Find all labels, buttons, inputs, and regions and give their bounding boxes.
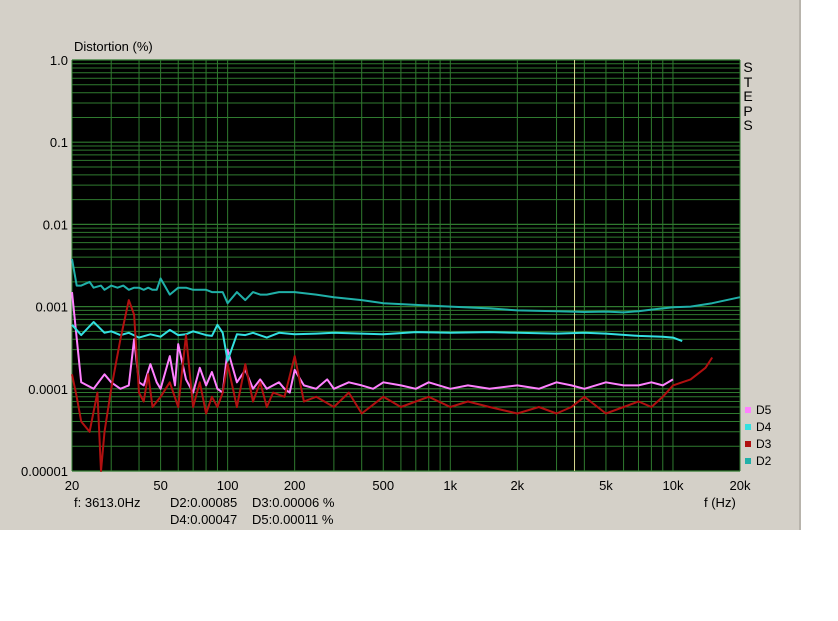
d2-readout: D2:0.00085 [170,495,238,510]
steps-letter: T [743,73,753,90]
x-tick-label: 500 [372,478,394,493]
legend-swatch [745,406,751,413]
legend-label: D5 [756,403,772,417]
y-tick-label: 0.0001 [28,382,68,397]
steps-letter: S [743,117,753,133]
x-tick-label: 50 [153,478,167,493]
legend-item-d5[interactable]: D5 [745,403,771,418]
legend-swatch [745,423,751,430]
y-tick-label: 0.00001 [21,464,68,479]
steps-letter: S [743,59,753,75]
y-tick-label: 0.001 [35,300,68,315]
y-axis-title: Distortion (%) [74,39,153,54]
x-tick-label: 20k [730,478,751,493]
d5-readout: D5:0.00011 % [252,512,334,527]
d3-readout: D3:0.00006 % [252,495,335,510]
d4-readout: D4:0.00047 [170,512,238,527]
y-tick-labels: 1.0 0.1 0.01 0.001 0.0001 0.00001 [21,53,68,479]
legend-swatch [745,457,751,464]
legend-item-d4[interactable]: D4 [745,420,771,435]
x-tick-label: 100 [217,478,239,493]
legend-item-d2[interactable]: D2 [745,454,771,469]
steps-letter: E [743,88,753,104]
steps-side-label[interactable]: STEPS [741,60,755,133]
x-tick-label: 200 [284,478,306,493]
cursor-frequency-readout: f: 3613.0Hz [74,495,141,510]
legend-item-d3[interactable]: D3 [745,437,771,452]
legend-swatch [745,440,751,447]
x-tick-label: 20 [65,478,79,493]
x-tick-label: 10k [662,478,683,493]
legend-label: D3 [756,437,772,451]
x-tick-label: 2k [510,478,524,493]
legend-label: D2 [756,454,772,468]
y-tick-label: 0.01 [43,217,68,232]
y-tick-label: 0.1 [50,135,68,150]
steps-letter: P [743,102,753,119]
x-tick-label: 1k [443,478,457,493]
x-tick-labels: 20 50 100 200 500 1k 2k 5k 10k 20k [65,478,751,493]
x-axis-title: f (Hz) [704,495,736,510]
y-tick-label: 1.0 [50,53,68,68]
plot-area[interactable] [72,60,740,471]
x-tick-label: 5k [599,478,613,493]
distortion-chart: 20 50 100 200 500 1k 2k 5k 10k 20k 1.0 0.1 0.01 0.00… [21,53,751,493]
legend-label: D4 [756,420,772,434]
